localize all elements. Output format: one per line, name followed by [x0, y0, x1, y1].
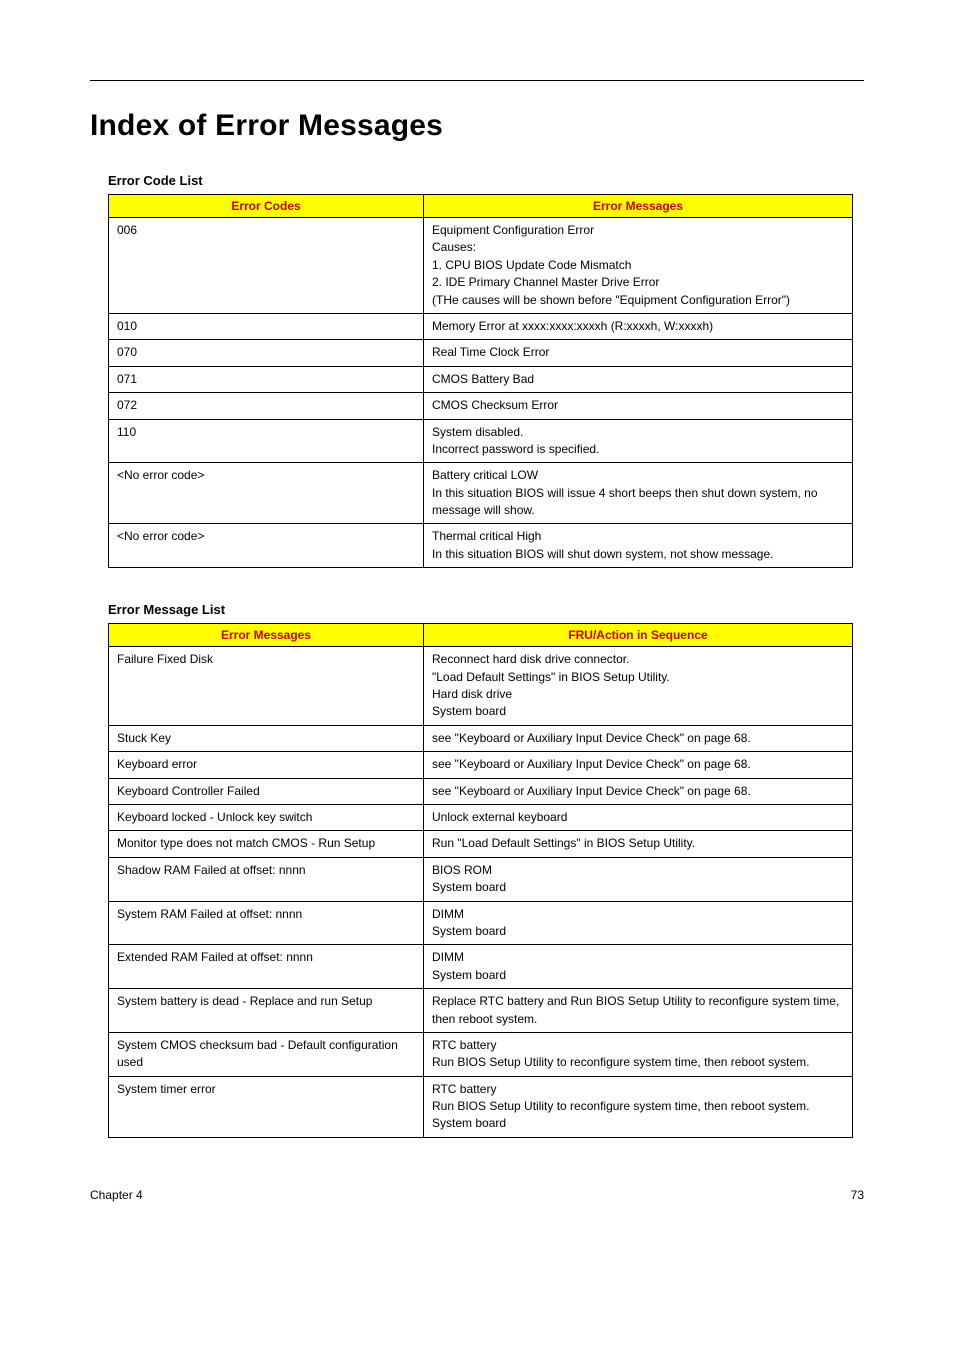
- table-cell: see "Keyboard or Auxiliary Input Device …: [424, 752, 853, 778]
- table-cell: 072: [109, 393, 424, 419]
- table-cell: System disabled.Incorrect password is sp…: [424, 419, 853, 463]
- table-row: 072CMOS Checksum Error: [109, 393, 853, 419]
- table-row: Keyboard locked - Unlock key switchUnloc…: [109, 804, 853, 830]
- table-cell: <No error code>: [109, 463, 424, 524]
- table-cell: Equipment Configuration ErrorCauses:1. C…: [424, 218, 853, 314]
- table-cell: System RAM Failed at offset: nnnn: [109, 901, 424, 945]
- table-cell: Unlock external keyboard: [424, 804, 853, 830]
- table-cell: RTC batteryRun BIOS Setup Utility to rec…: [424, 1076, 853, 1137]
- table-row: System timer errorRTC batteryRun BIOS Se…: [109, 1076, 853, 1137]
- table-cell: 010: [109, 313, 424, 339]
- table-cell: Replace RTC battery and Run BIOS Setup U…: [424, 989, 853, 1033]
- table-cell: CMOS Battery Bad: [424, 366, 853, 392]
- table-cell: DIMMSystem board: [424, 945, 853, 989]
- table-row: System CMOS checksum bad - Default confi…: [109, 1032, 853, 1076]
- table-row: System battery is dead - Replace and run…: [109, 989, 853, 1033]
- table-row: <No error code>Battery critical LOWIn th…: [109, 463, 853, 524]
- table-cell: Real Time Clock Error: [424, 340, 853, 366]
- table-row: 071CMOS Battery Bad: [109, 366, 853, 392]
- table-cell: Shadow RAM Failed at offset: nnnn: [109, 857, 424, 901]
- table-cell: Keyboard error: [109, 752, 424, 778]
- table-row: <No error code>Thermal critical HighIn t…: [109, 524, 853, 568]
- table-row: Stuck Keysee "Keyboard or Auxiliary Inpu…: [109, 725, 853, 751]
- table-header: Error Messages: [424, 195, 853, 218]
- table-cell: see "Keyboard or Auxiliary Input Device …: [424, 725, 853, 751]
- table-row: System RAM Failed at offset: nnnnDIMMSys…: [109, 901, 853, 945]
- table-cell: BIOS ROMSystem board: [424, 857, 853, 901]
- top-rule: [90, 80, 864, 81]
- section-title-error-message-list: Error Message List: [108, 602, 864, 617]
- table-row: Shadow RAM Failed at offset: nnnnBIOS RO…: [109, 857, 853, 901]
- table-row: 010Memory Error at xxxx:xxxx:xxxxh (R:xx…: [109, 313, 853, 339]
- error-code-table: Error Codes Error Messages 006Equipment …: [108, 194, 853, 568]
- table-row: Extended RAM Failed at offset: nnnnDIMMS…: [109, 945, 853, 989]
- table-cell: <No error code>: [109, 524, 424, 568]
- table-cell: CMOS Checksum Error: [424, 393, 853, 419]
- table-cell: Failure Fixed Disk: [109, 647, 424, 726]
- footer-page-number: 73: [851, 1188, 864, 1202]
- table-header: Error Messages: [109, 624, 424, 647]
- table-row: 006Equipment Configuration ErrorCauses:1…: [109, 218, 853, 314]
- table-cell: Keyboard Controller Failed: [109, 778, 424, 804]
- table-cell: Memory Error at xxxx:xxxx:xxxxh (R:xxxxh…: [424, 313, 853, 339]
- footer-chapter: Chapter 4: [90, 1188, 143, 1202]
- table-cell: Reconnect hard disk drive connector."Loa…: [424, 647, 853, 726]
- table-row: Failure Fixed DiskReconnect hard disk dr…: [109, 647, 853, 726]
- table-cell: 070: [109, 340, 424, 366]
- table-cell: Run "Load Default Settings" in BIOS Setu…: [424, 831, 853, 857]
- table-cell: 110: [109, 419, 424, 463]
- table-row: Monitor type does not match CMOS - Run S…: [109, 831, 853, 857]
- table-row: Keyboard errorsee "Keyboard or Auxiliary…: [109, 752, 853, 778]
- table-cell: Battery critical LOWIn this situation BI…: [424, 463, 853, 524]
- page-title: Index of Error Messages: [90, 109, 864, 143]
- page-footer: Chapter 4 73: [90, 1188, 864, 1202]
- table-cell: System CMOS checksum bad - Default confi…: [109, 1032, 424, 1076]
- table-cell: System battery is dead - Replace and run…: [109, 989, 424, 1033]
- table-cell: 006: [109, 218, 424, 314]
- section-title-error-code-list: Error Code List: [108, 173, 864, 188]
- table-cell: Monitor type does not match CMOS - Run S…: [109, 831, 424, 857]
- table-row: Keyboard Controller Failedsee "Keyboard …: [109, 778, 853, 804]
- table-cell: Keyboard locked - Unlock key switch: [109, 804, 424, 830]
- table-cell: System timer error: [109, 1076, 424, 1137]
- error-message-table: Error Messages FRU/Action in Sequence Fa…: [108, 623, 853, 1138]
- table-cell: Stuck Key: [109, 725, 424, 751]
- table-cell: Extended RAM Failed at offset: nnnn: [109, 945, 424, 989]
- table-row: 110System disabled.Incorrect password is…: [109, 419, 853, 463]
- table-row: 070Real Time Clock Error: [109, 340, 853, 366]
- table-cell: see "Keyboard or Auxiliary Input Device …: [424, 778, 853, 804]
- table-header: FRU/Action in Sequence: [424, 624, 853, 647]
- table-header: Error Codes: [109, 195, 424, 218]
- table-cell: RTC batteryRun BIOS Setup Utility to rec…: [424, 1032, 853, 1076]
- table-cell: DIMMSystem board: [424, 901, 853, 945]
- table-cell: 071: [109, 366, 424, 392]
- table-cell: Thermal critical HighIn this situation B…: [424, 524, 853, 568]
